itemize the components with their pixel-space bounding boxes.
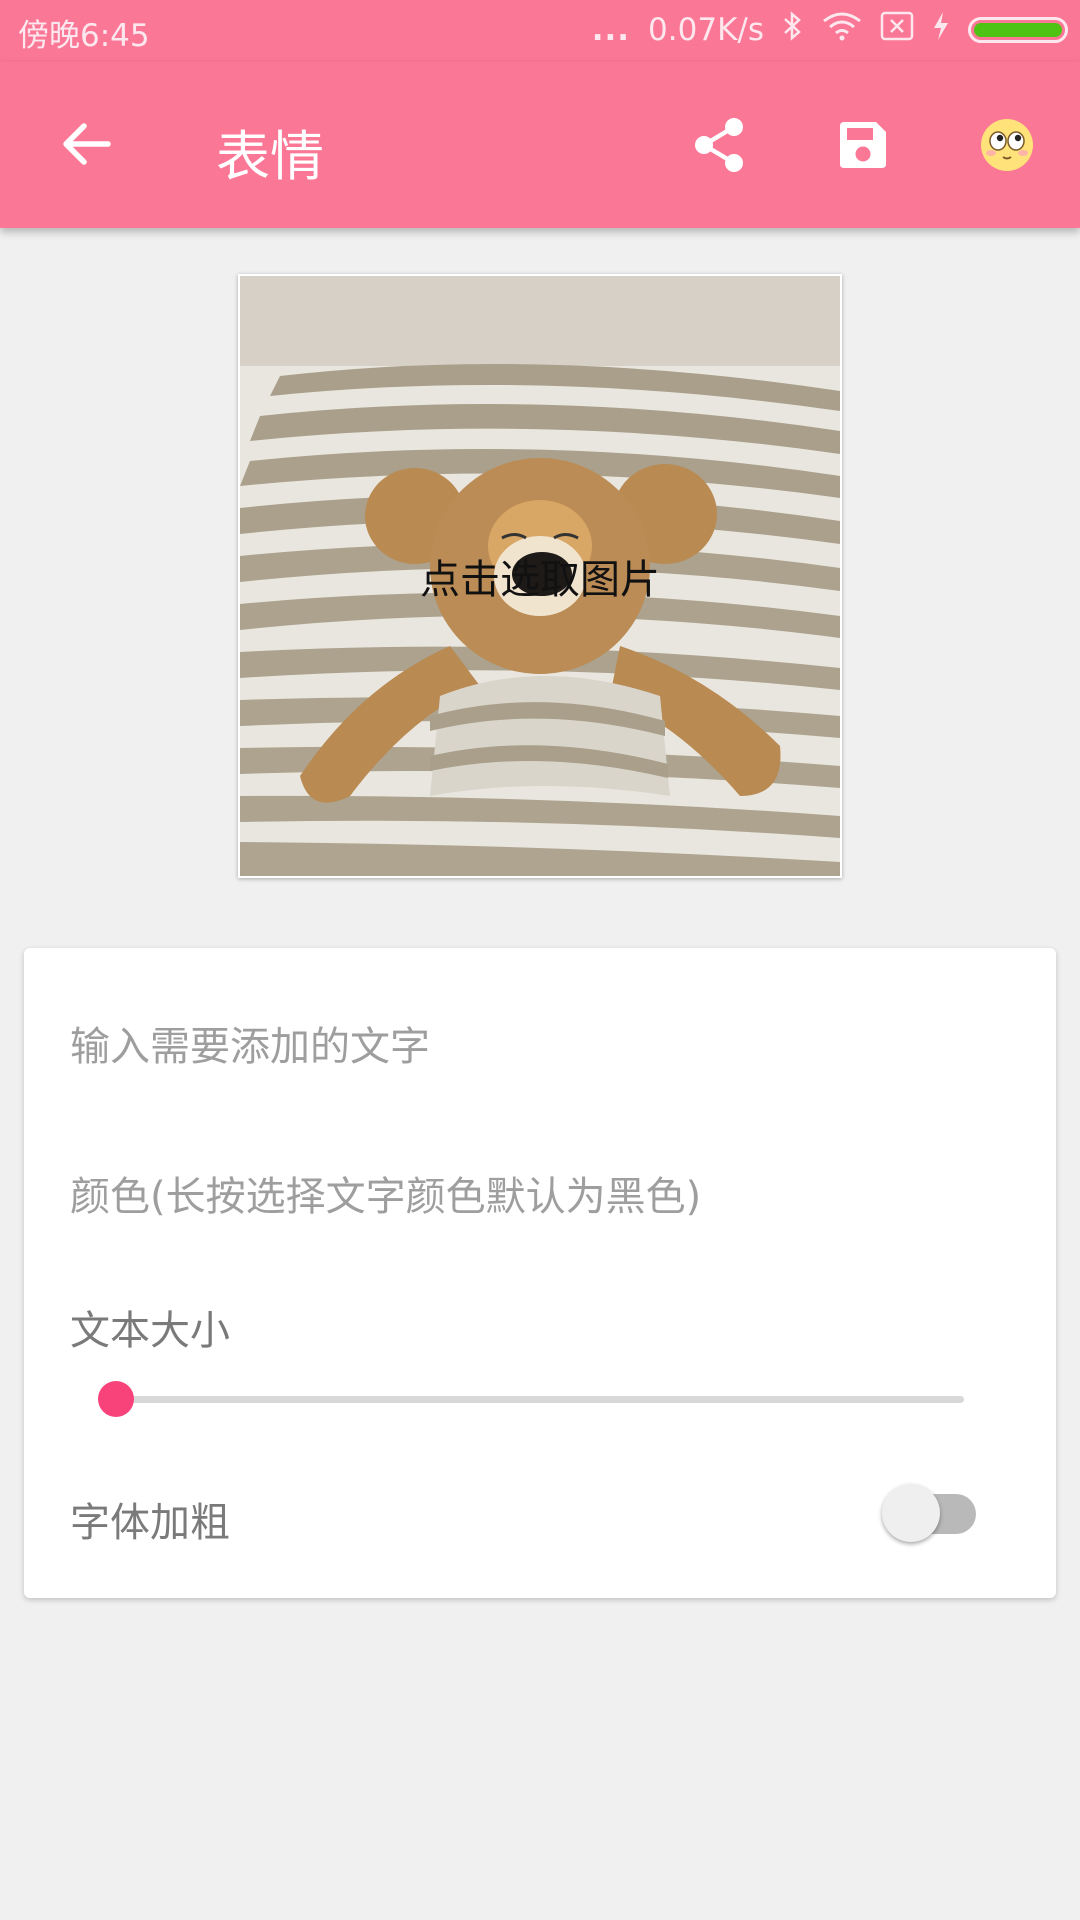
status-icons: ... 0.07K/s	[592, 8, 1068, 52]
charging-icon	[932, 11, 950, 49]
share-button[interactable]	[685, 110, 755, 180]
bold-switch-thumb[interactable]	[882, 1484, 940, 1542]
text-size-slider-thumb[interactable]	[98, 1381, 134, 1417]
image-picker-card[interactable]: 点击选取图片	[238, 274, 842, 878]
status-bar: 傍晚6:45 ... 0.07K/s	[0, 0, 1080, 62]
pick-image-hint: 点击选取图片	[420, 557, 660, 603]
back-button[interactable]	[56, 114, 116, 174]
color-input[interactable]	[70, 1162, 970, 1232]
wifi-icon	[822, 11, 862, 49]
save-button[interactable]	[828, 110, 898, 180]
save-icon	[840, 122, 886, 168]
share-icon	[695, 118, 743, 172]
arrow-back-icon	[63, 123, 111, 165]
more-dots-icon: ...	[591, 12, 631, 48]
emoji-face-icon	[981, 119, 1033, 171]
text-size-label: 文本大小	[70, 1308, 230, 1354]
network-speed: 0.07K/s	[648, 12, 764, 48]
status-time: 傍晚6:45	[18, 18, 150, 54]
bluetooth-icon	[782, 10, 804, 50]
emoji-face-button[interactable]	[972, 110, 1042, 180]
battery-icon	[968, 17, 1068, 43]
app-bar: 表情	[0, 62, 1080, 228]
text-input[interactable]	[70, 1012, 970, 1082]
bold-label: 字体加粗	[70, 1500, 230, 1546]
text-size-slider[interactable]	[116, 1396, 964, 1403]
page-title: 表情	[216, 125, 324, 188]
no-sim-icon	[880, 11, 914, 49]
